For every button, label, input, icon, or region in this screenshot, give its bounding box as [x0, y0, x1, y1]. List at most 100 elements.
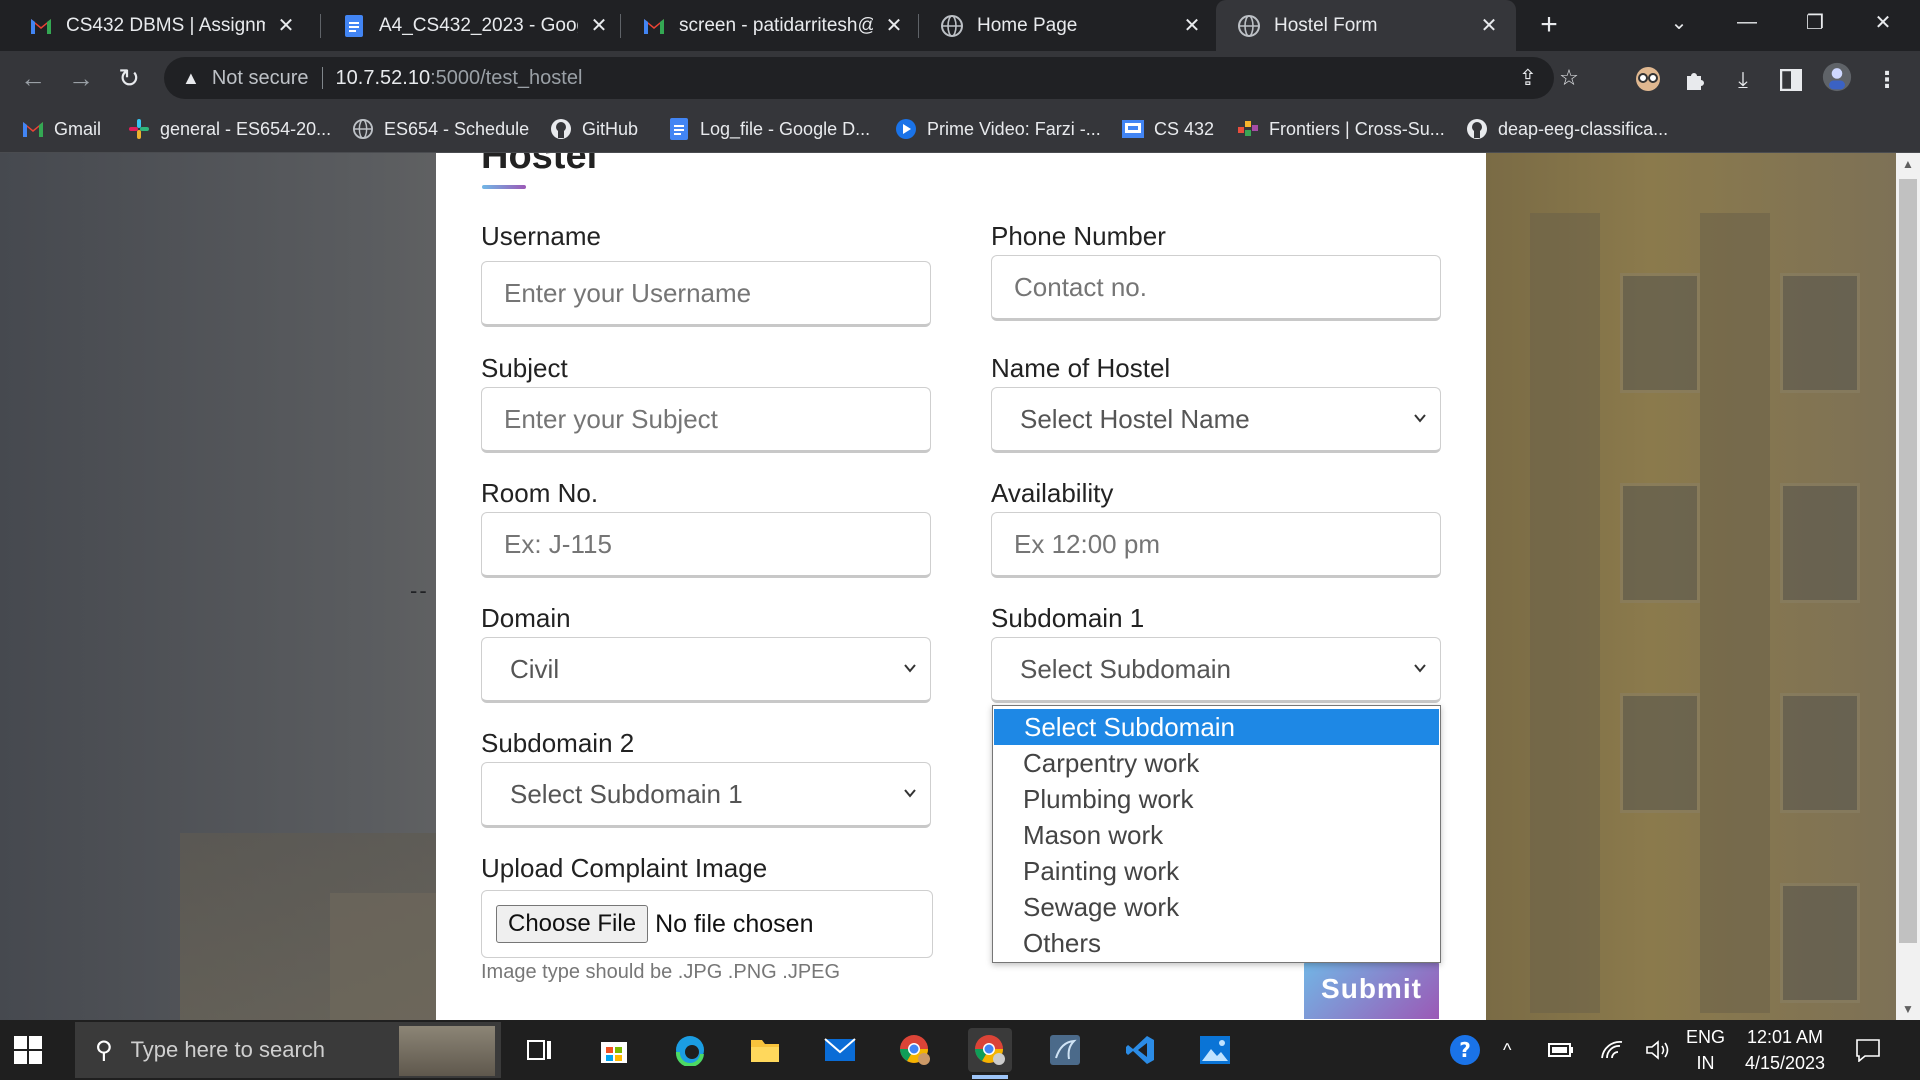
address-bar[interactable]: ▲ Not secure 10.7.52.10:5000/test_hostel…	[164, 57, 1579, 99]
notifications-icon[interactable]	[1855, 1020, 1881, 1080]
search-icon: ⚲	[95, 1036, 113, 1064]
github-icon	[1466, 118, 1488, 140]
window-close-icon[interactable]: ✕	[1854, 0, 1912, 44]
dropdown-option[interactable]: Others	[993, 925, 1440, 961]
room-input[interactable]: Ex: J-115	[481, 512, 931, 578]
back-icon[interactable]: ←	[14, 59, 52, 97]
battery-icon[interactable]	[1548, 1020, 1574, 1080]
bookmark-cs432[interactable]: CS 432	[1122, 106, 1214, 152]
subject-input[interactable]: Enter your Subject	[481, 387, 931, 453]
chevron-down-icon	[1414, 664, 1426, 673]
menu-kebab-icon[interactable]: ⋮	[1872, 65, 1902, 95]
dropdown-option[interactable]: Mason work	[993, 817, 1440, 853]
windows-start-icon[interactable]	[14, 1036, 42, 1064]
phone-input[interactable]: Contact no.	[991, 255, 1441, 321]
chevron-down-icon	[1414, 414, 1426, 423]
dropdown-option[interactable]: Plumbing work	[993, 781, 1440, 817]
tab-hostel-form[interactable]: Hostel Form ✕	[1216, 0, 1516, 51]
vscode-icon[interactable]	[1118, 1028, 1162, 1072]
chrome-icon[interactable]	[968, 1028, 1012, 1072]
bookmark-es654-schedule[interactable]: ES654 - Schedule	[352, 106, 529, 152]
edge-icon[interactable]	[668, 1028, 712, 1072]
background-window	[1620, 693, 1700, 813]
bookmark-log-file[interactable]: Log_file - Google D...	[668, 106, 870, 152]
forward-icon[interactable]: →	[62, 59, 100, 97]
bookmark-prime-video[interactable]: Prime Video: Farzi -...	[895, 106, 1101, 152]
hostel-select[interactable]: Select Hostel Name	[991, 387, 1441, 453]
show-hidden-icons-chevron-icon[interactable]: ^	[1503, 1020, 1511, 1080]
bookmark-gmail[interactable]: Gmail	[22, 106, 101, 152]
bookmark-slack[interactable]: general - ES654-20...	[128, 106, 331, 152]
subdomain2-select[interactable]: Select Subdomain 1	[481, 762, 931, 828]
choose-file-button[interactable]: Choose File	[496, 905, 649, 943]
close-icon[interactable]: ✕	[275, 13, 297, 38]
help-icon[interactable]: ?	[1448, 1020, 1482, 1080]
frontiers-icon	[1237, 118, 1259, 140]
reload-icon[interactable]: ↻	[110, 59, 148, 97]
domain-select[interactable]: Civil	[481, 637, 931, 703]
side-panel-icon[interactable]	[1776, 65, 1806, 95]
file-explorer-icon[interactable]	[743, 1028, 787, 1072]
close-icon[interactable]: ✕	[883, 13, 905, 38]
subdomain1-select[interactable]: Select Subdomain	[991, 637, 1441, 703]
new-tab-button[interactable]: +	[1531, 8, 1567, 44]
close-icon[interactable]: ✕	[1181, 13, 1203, 38]
close-icon[interactable]: ✕	[1478, 13, 1500, 38]
tab-gmail-assignment[interactable]: CS432 DBMS | Assignmen ✕	[8, 0, 313, 51]
avatar[interactable]	[1822, 62, 1852, 92]
title-underline	[482, 185, 526, 189]
subdomain1-label: Subdomain 1	[991, 603, 1145, 633]
tab-gmail-screen[interactable]: screen - patidarritesh@iit ✕	[621, 0, 921, 51]
github-icon	[550, 118, 572, 140]
download-icon[interactable]: ⤓	[1728, 65, 1758, 95]
close-icon[interactable]: ✕	[588, 13, 610, 38]
taskbar-search-box[interactable]: ⚲ Type here to search	[75, 1022, 501, 1078]
scrollbar-thumb[interactable]	[1899, 179, 1917, 943]
upload-hint: Image type should be .JPG .PNG .JPEG	[481, 961, 841, 983]
bookmark-deap-eeg[interactable]: deap-eeg-classifica...	[1466, 106, 1668, 152]
file-upload-input[interactable]: Choose File No file chosen	[481, 890, 933, 958]
page-scrollbar[interactable]: ▲ ▼	[1896, 153, 1920, 1020]
extensions-puzzle-icon[interactable]	[1680, 65, 1710, 95]
globe-icon	[352, 118, 374, 140]
stray-text: --	[410, 578, 429, 603]
task-view-icon[interactable]	[518, 1028, 562, 1072]
mysql-workbench-icon[interactable]	[1043, 1028, 1087, 1072]
bookmark-star-icon[interactable]: ☆	[1555, 64, 1583, 92]
tab-search-chevron-icon[interactable]: ⌄	[1650, 0, 1708, 44]
availability-input[interactable]: Ex 12:00 pm	[991, 512, 1441, 578]
background-window	[1780, 883, 1860, 1003]
domain-select-value: Civil	[510, 653, 560, 684]
tab-home-page[interactable]: Home Page ✕	[919, 0, 1219, 51]
restore-icon[interactable]: ❐	[1786, 0, 1844, 44]
clock-date: 4/15/2023	[1744, 1053, 1826, 1073]
bookmark-label: Gmail	[54, 118, 102, 139]
volume-icon[interactable]	[1645, 1020, 1671, 1080]
profile-extension-icon[interactable]	[1633, 64, 1663, 94]
submit-button[interactable]: Submit	[1304, 959, 1439, 1019]
prime-video-icon	[895, 118, 917, 140]
username-input[interactable]: Enter your Username	[481, 261, 931, 327]
scroll-up-arrow-icon[interactable]: ▲	[1896, 153, 1920, 175]
mail-icon[interactable]	[818, 1028, 862, 1072]
photos-icon[interactable]	[1193, 1028, 1237, 1072]
slack-icon	[128, 118, 150, 140]
chrome-profile-icon[interactable]	[893, 1028, 937, 1072]
bookmark-label: CS 432	[1154, 118, 1215, 139]
bookmark-frontiers[interactable]: Frontiers | Cross-Su...	[1237, 106, 1445, 152]
dropdown-option[interactable]: Sewage work	[993, 889, 1440, 925]
system-clock[interactable]: 12:01 AM 4/15/2023	[1720, 1024, 1850, 1076]
url-host: 10.7.52.10	[335, 66, 431, 89]
tab-google-doc[interactable]: A4_CS432_2023 - Google ✕	[321, 0, 626, 51]
share-icon[interactable]: ⇪	[1514, 64, 1542, 92]
wifi-icon[interactable]	[1600, 1020, 1624, 1080]
dropdown-option[interactable]: Painting work	[993, 853, 1440, 889]
microsoft-store-icon[interactable]	[592, 1028, 636, 1072]
taskbar-search-placeholder: Type here to search	[130, 1037, 326, 1062]
bookmark-github[interactable]: GitHub	[550, 106, 638, 152]
dropdown-option[interactable]: Carpentry work	[993, 745, 1440, 781]
minimize-icon[interactable]: —	[1718, 0, 1776, 44]
scroll-down-arrow-icon[interactable]: ▼	[1896, 998, 1920, 1020]
dropdown-option[interactable]: Select Subdomain	[994, 709, 1439, 745]
tab-strip: CS432 DBMS | Assignmen ✕ A4_CS432_2023 -…	[0, 0, 1920, 51]
